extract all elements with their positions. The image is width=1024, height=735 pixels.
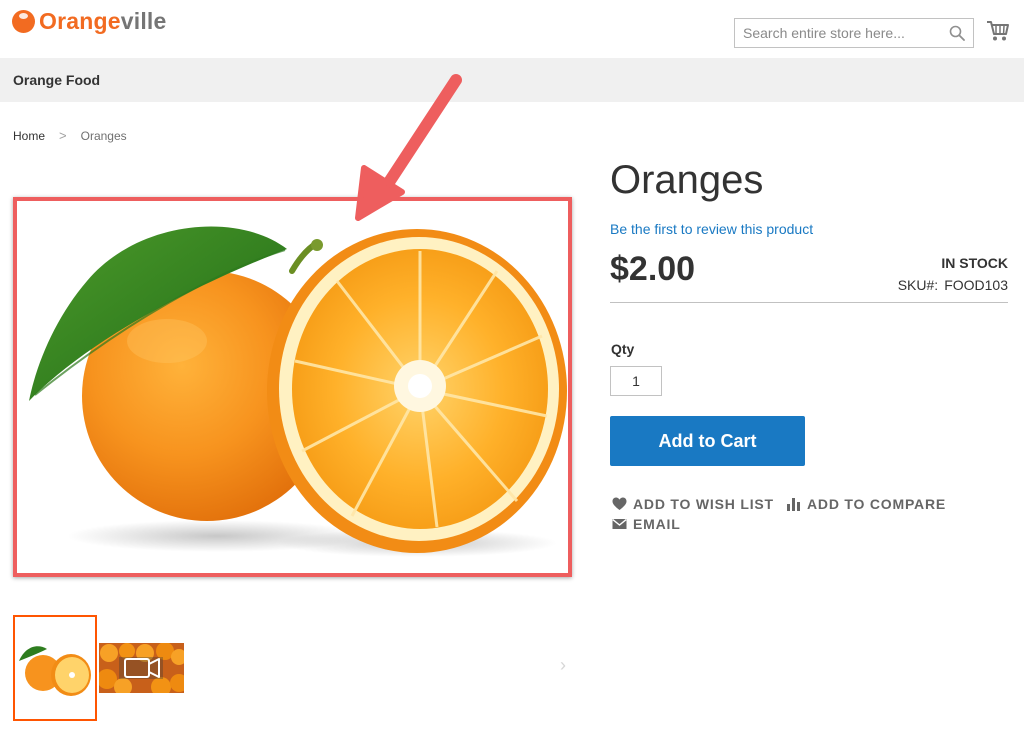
add-to-wishlist-link[interactable]: ADD TO WISH LIST [612, 496, 774, 512]
breadcrumb-current: Oranges [80, 128, 127, 143]
add-to-cart-button[interactable]: Add to Cart [610, 416, 805, 466]
add-to-wishlist-label: ADD TO WISH LIST [633, 496, 774, 512]
thumbnail-video-image [99, 643, 184, 693]
sku-label: SKU#: [897, 277, 939, 293]
thumbnail-oranges-image [15, 617, 95, 719]
search-input[interactable] [735, 19, 935, 47]
product-title: Oranges [610, 158, 764, 202]
envelope-icon [612, 519, 627, 529]
email-link[interactable]: EMAIL [612, 516, 681, 532]
product-price: $2.00 [610, 250, 696, 288]
sku-value: FOOD103 [944, 277, 1008, 293]
main-product-image[interactable] [13, 197, 572, 577]
logo-text-part2: ville [120, 8, 167, 34]
logo-text-part1: Orange [39, 8, 121, 34]
compare-icon [787, 498, 800, 511]
breadcrumb-home-link[interactable]: Home [13, 129, 45, 143]
store-logo[interactable]: Orangeville [12, 8, 167, 35]
add-to-compare-label: ADD TO COMPARE [807, 496, 947, 512]
qty-input[interactable] [610, 366, 662, 396]
review-link[interactable]: Be the first to review this product [610, 221, 813, 237]
gallery-thumbnail-video[interactable] [99, 643, 184, 693]
add-to-compare-link[interactable]: ADD TO COMPARE [786, 496, 946, 512]
heart-icon [612, 497, 627, 510]
breadcrumb: Home > Oranges [13, 128, 127, 143]
stock-status: IN STOCK [941, 255, 1008, 271]
qty-label: Qty [611, 341, 635, 357]
logo-icon [12, 10, 35, 33]
search-icon[interactable] [949, 25, 965, 41]
search-box [734, 18, 974, 48]
product-sku: SKU#: FOOD103 [898, 277, 1008, 293]
email-label: EMAIL [633, 516, 681, 532]
logo-text: Orangeville [39, 8, 167, 35]
main-navigation: Orange Food [0, 58, 1024, 102]
divider [610, 302, 1008, 303]
oranges-image [17, 201, 568, 573]
nav-item-orange-food[interactable]: Orange Food [13, 72, 100, 88]
breadcrumb-separator: > [59, 128, 67, 143]
cart-icon[interactable] [986, 20, 1010, 42]
gallery-next-button[interactable]: › [560, 655, 566, 676]
gallery-thumbnail-1[interactable] [13, 615, 97, 721]
